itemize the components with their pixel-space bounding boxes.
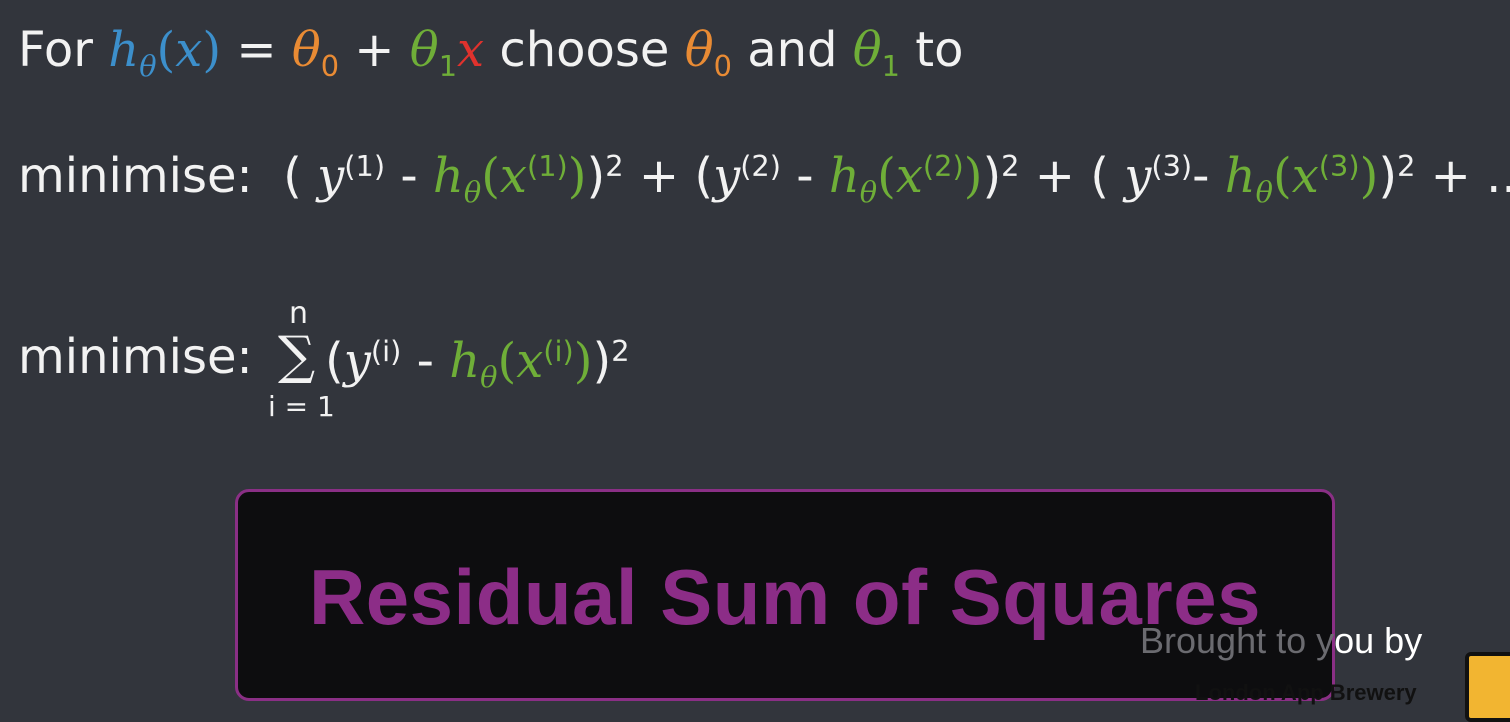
minus-sign: - — [780, 148, 829, 204]
rss-banner: Residual Sum of Squares — [235, 489, 1335, 701]
hypothesis-line: For hθ(x) = θ0 + θ1x choose θ0 and θ1 to — [18, 26, 963, 81]
brand-name: London App Brewery — [1195, 680, 1417, 705]
open-paren: ( — [1090, 148, 1125, 204]
for-text: For — [18, 22, 93, 78]
h-term-3: hθ(x(3)) — [1224, 148, 1379, 210]
open-paren: ( — [283, 148, 318, 204]
theta-1: θ1 — [409, 22, 458, 84]
theta-1-second: θ1 — [852, 22, 900, 84]
sum-lower-limit: i = 1 — [268, 390, 335, 423]
minimise-label: minimise: — [18, 148, 253, 204]
square-2: 2 — [1001, 149, 1020, 184]
expanded-sum-line: minimise: ( y(1) - hθ(x(1)))2 + (y(2) - … — [18, 152, 1510, 207]
y-term-2: y(2) — [713, 148, 781, 204]
open-paren: ( — [694, 148, 714, 204]
x-variable: x — [457, 22, 485, 78]
minimise-label-2: minimise: — [18, 329, 253, 385]
plus-sign: + — [623, 148, 695, 204]
h-term-i: hθ(x(i)) — [449, 333, 593, 395]
plus-sign: + — [339, 22, 410, 78]
theta-0-second: θ0 — [684, 22, 732, 84]
y-term-1: y(1) — [317, 148, 386, 204]
square-1: 2 — [605, 149, 624, 184]
theta-0: θ0 — [291, 22, 340, 84]
h-term-2: hθ(x(2)) — [828, 148, 983, 210]
square-3: 2 — [1397, 149, 1416, 184]
minus-sign: - — [385, 148, 433, 204]
hypothesis-function: hθ(x) — [108, 22, 222, 84]
plus-sign: + — [1019, 148, 1091, 204]
h-term-1: hθ(x(1)) — [432, 148, 587, 210]
y-term-i: y(i) — [343, 333, 402, 389]
credit-text: Brought to you by — [1140, 620, 1423, 661]
choose-text: choose — [484, 22, 685, 78]
ellipsis: + ... — [1430, 148, 1510, 204]
y-term-3: y(3) — [1124, 148, 1193, 204]
sum-expression: (y(i) - hθ(x(i)))2 — [325, 333, 630, 395]
close-paren: ) — [982, 148, 1002, 204]
and-text: and — [731, 22, 853, 78]
to-text: to — [900, 22, 964, 78]
close-paren: ) — [1378, 148, 1398, 204]
close-paren: ) — [586, 148, 606, 204]
minus-sign: - — [1192, 148, 1225, 204]
sigma-line: minimise: — [18, 333, 253, 381]
equals-sign: = — [221, 22, 292, 78]
brewery-logo-icon — [1465, 652, 1510, 722]
sigma-icon: ∑ — [278, 326, 316, 386]
